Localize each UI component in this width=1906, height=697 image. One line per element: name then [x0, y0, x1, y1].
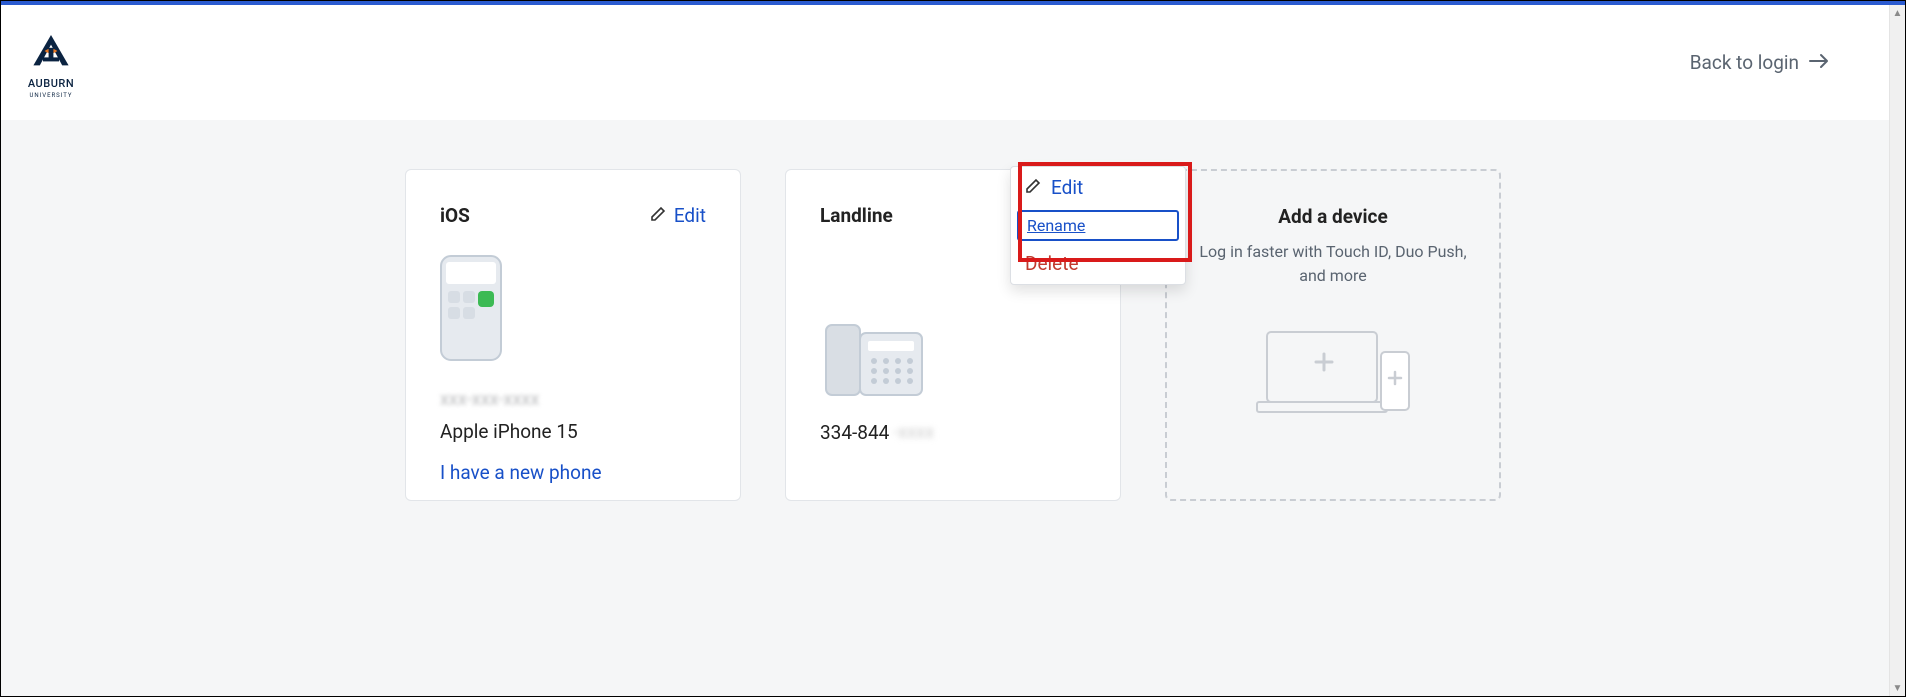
ios-edit-label: Edit: [674, 204, 706, 227]
top-accent-bar: [1, 1, 1905, 5]
header: AUBURN UNIVERSITY Back to login: [1, 5, 1889, 120]
scroll-up-arrow-icon[interactable]: ▲: [1890, 5, 1905, 21]
ios-device-name: Apple iPhone 15: [440, 420, 706, 443]
arrow-right-icon: [1809, 51, 1829, 74]
ios-card-header: iOS Edit: [440, 204, 706, 227]
add-device-illustration: [1193, 322, 1473, 422]
landline-number-row: 334-844 -xxxx: [820, 421, 1086, 444]
add-device-card[interactable]: Add a device Log in faster with Touch ID…: [1165, 169, 1501, 501]
pencil-icon: [650, 204, 666, 227]
ios-device-image: [440, 255, 706, 365]
pencil-icon: [1025, 176, 1041, 199]
scroll-down-arrow-icon[interactable]: ▼: [1890, 680, 1905, 696]
ios-card-title: iOS: [440, 204, 470, 227]
add-device-title: Add a device: [1193, 205, 1473, 228]
landline-edit-dropdown: Edit Rename Delete: [1010, 166, 1186, 285]
logo-subtext: UNIVERSITY: [29, 92, 72, 99]
landline-device-card: Landline Edit 334-844 -xxxx: [785, 169, 1121, 501]
auburn-logo-icon: [21, 27, 81, 75]
dropdown-edit-item[interactable]: Edit: [1011, 167, 1185, 208]
dropdown-edit-label: Edit: [1051, 176, 1083, 199]
logo-text: AUBURN: [28, 77, 74, 90]
dropdown-delete-item[interactable]: Delete: [1011, 243, 1185, 284]
device-cards-row: iOS Edit xxx-xxx-xxxx Apple iPhone 15 I …: [405, 169, 1501, 501]
new-phone-link[interactable]: I have a new phone: [440, 461, 602, 484]
vertical-scrollbar[interactable]: ▲ ▼: [1889, 5, 1905, 696]
ios-blurred-number: xxx-xxx-xxxx: [440, 389, 706, 410]
org-logo: AUBURN UNIVERSITY: [21, 27, 81, 99]
landline-card-title: Landline: [820, 204, 893, 227]
landline-number-blurred: -xxxx: [893, 422, 934, 443]
ios-device-card: iOS Edit xxx-xxx-xxxx Apple iPhone 15 I …: [405, 169, 741, 501]
back-to-login-label: Back to login: [1690, 51, 1799, 74]
ios-edit-button[interactable]: Edit: [650, 204, 706, 227]
landline-number-visible: 334-844: [820, 421, 889, 444]
add-device-subtitle: Log in faster with Touch ID, Duo Push, a…: [1193, 240, 1473, 288]
dropdown-rename-item[interactable]: Rename: [1017, 210, 1179, 241]
dropdown-delete-label: Delete: [1025, 252, 1079, 275]
dropdown-rename-label: Rename: [1027, 216, 1085, 235]
back-to-login-link[interactable]: Back to login: [1690, 51, 1829, 74]
